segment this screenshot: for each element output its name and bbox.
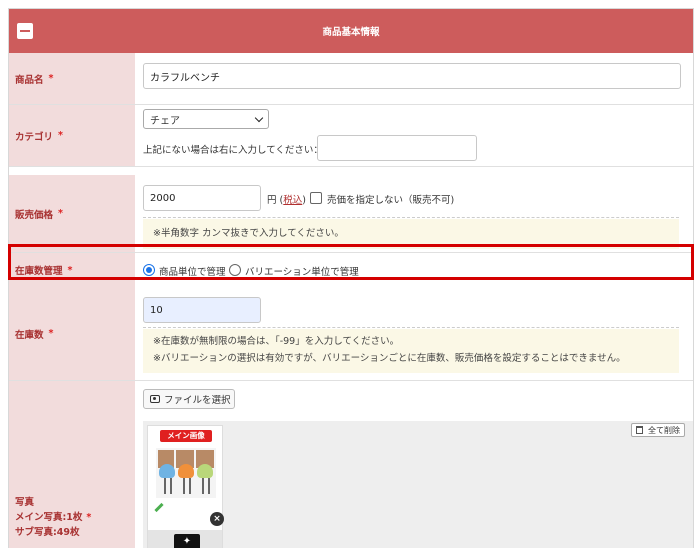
price-label: 販売価格 * bbox=[9, 175, 135, 252]
choose-file-button[interactable]: ファイルを選択 bbox=[143, 389, 235, 409]
stock-input[interactable]: 10 bbox=[143, 297, 261, 323]
row-price: 販売価格 * 2000 円 (税込) 売価を指定しない（販売不可) ※半角数字 カ… bbox=[9, 175, 693, 253]
stock-note: ※在庫数が無制限の場合は、「-99」を入力してください。 ※バリエーションの選択… bbox=[143, 329, 679, 373]
stock-mgmt-cell: 商品単位で管理 バリエーション単位で管理 bbox=[135, 253, 693, 287]
price-input[interactable]: 2000 bbox=[143, 185, 261, 211]
required-mark: * bbox=[86, 512, 92, 523]
category-cell: チェア 上記にない場合は右に入力してください： bbox=[135, 105, 693, 166]
main-photo-count: メイン写真:1枚 * bbox=[15, 512, 92, 523]
price-cell: 2000 円 (税込) 売価を指定しない（販売不可) ※半角数字 カンマ抜きで入… bbox=[135, 175, 693, 252]
row-stock-management: 在庫数管理 * 商品単位で管理 バリエーション単位で管理 bbox=[9, 253, 693, 287]
stock-note-line-2: ※バリエーションの選択は有効ですが、バリエーションごとに在庫数、販売価格を設定す… bbox=[153, 353, 626, 364]
product-photo bbox=[156, 448, 216, 498]
category-other-input[interactable] bbox=[317, 135, 477, 161]
stock-by-variation-label: バリエーション単位で管理 bbox=[245, 267, 359, 278]
magic-wand-icon[interactable]: ✦ bbox=[174, 534, 200, 548]
required-mark: * bbox=[58, 130, 63, 141]
price-unit-group: 円 (税込) bbox=[267, 195, 306, 206]
main-image-badge: メイン画像 bbox=[160, 430, 212, 442]
category-select[interactable]: チェア bbox=[143, 109, 269, 129]
row-stock: 在庫数 * 10 ※在庫数が無制限の場合は、「-99」を入力してください。 ※バリ… bbox=[9, 287, 693, 381]
stock-cell: 10 ※在庫数が無制限の場合は、「-99」を入力してください。 ※バリエーション… bbox=[135, 287, 693, 380]
photo-thumbnail[interactable]: メイン画像 × ✦ bbox=[147, 425, 224, 548]
price-note: ※半角数字 カンマ抜きで入力してください。 bbox=[143, 219, 679, 249]
stock-label: 在庫数 * bbox=[9, 287, 135, 380]
stock-by-variation-radio[interactable] bbox=[229, 264, 241, 276]
sub-photo-count: サブ写真:49枚 bbox=[15, 527, 80, 538]
row-category: カテゴリ * チェア 上記にない場合は右に入力してください： bbox=[9, 105, 693, 167]
chevron-down-icon bbox=[254, 113, 264, 123]
photo-title: 写真 bbox=[15, 497, 35, 508]
required-mark: * bbox=[48, 328, 54, 339]
no-price-label: 売価を指定しない（販売不可) bbox=[327, 195, 455, 206]
trash-icon bbox=[636, 426, 643, 434]
section-header: 商品基本情報 bbox=[9, 9, 693, 53]
stock-by-product-radio[interactable] bbox=[143, 264, 155, 276]
category-label: カテゴリ * bbox=[9, 105, 135, 166]
photo-cell: ファイルを選択 全て削除 メイン画像 × ✦ bbox=[135, 381, 693, 548]
stock-mgmt-label: 在庫数管理 * bbox=[9, 253, 135, 287]
image-icon bbox=[150, 395, 160, 403]
photo-gallery: 全て削除 メイン画像 × ✦ bbox=[143, 421, 693, 548]
category-other-prompt: 上記にない場合は右に入力してください： bbox=[143, 145, 323, 156]
photo-label: 写真 メイン写真:1枚 * サブ写真:49枚 bbox=[9, 381, 135, 548]
photo-edit-bar: ✦ bbox=[148, 530, 222, 548]
wand-icon bbox=[154, 502, 164, 513]
divider bbox=[143, 327, 679, 328]
required-mark: * bbox=[58, 208, 63, 219]
tax-link[interactable]: 税込 bbox=[283, 195, 302, 206]
stock-note-line-1: ※在庫数が無制限の場合は、「-99」を入力してください。 bbox=[153, 336, 400, 347]
divider bbox=[143, 217, 679, 218]
close-icon[interactable]: × bbox=[210, 512, 224, 526]
required-mark: * bbox=[48, 73, 54, 84]
stock-by-product-label: 商品単位で管理 bbox=[159, 267, 226, 278]
product-form: 商品基本情報 商品名 * カラフルベンチ カテゴリ * チェア 上記にない場合は右に… bbox=[8, 8, 694, 548]
row-product-name: 商品名 * カラフルベンチ bbox=[9, 53, 693, 105]
delete-all-button[interactable]: 全て削除 bbox=[631, 423, 685, 437]
product-name-input[interactable]: カラフルベンチ bbox=[143, 63, 681, 89]
no-price-checkbox[interactable] bbox=[310, 192, 322, 204]
product-name-label: 商品名 * bbox=[9, 53, 135, 104]
section-title: 商品基本情報 bbox=[322, 27, 380, 38]
required-mark: * bbox=[67, 264, 73, 276]
product-name-cell: カラフルベンチ bbox=[135, 53, 693, 104]
row-photo: 写真 メイン写真:1枚 * サブ写真:49枚 ファイルを選択 全て削除 メイン画像 bbox=[9, 381, 693, 548]
